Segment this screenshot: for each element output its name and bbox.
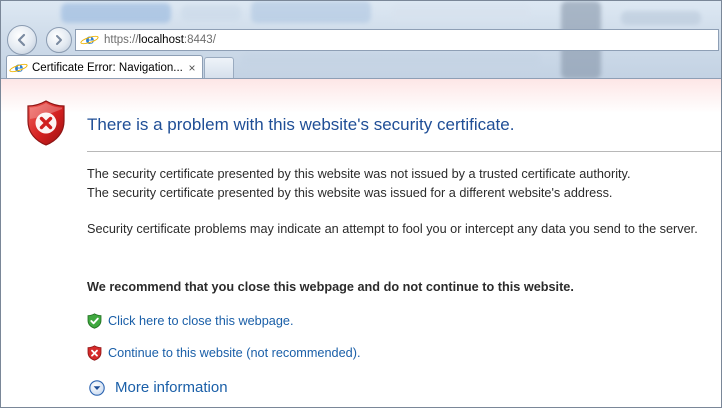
close-tab-icon[interactable]: × bbox=[185, 61, 199, 75]
close-webpage-link[interactable]: Click here to close this webpage. bbox=[87, 313, 293, 329]
address-port: :8443/ bbox=[183, 34, 216, 46]
back-button[interactable] bbox=[7, 25, 37, 55]
internet-explorer-icon: e bbox=[82, 32, 98, 48]
tab-certificate-error[interactable]: e Certificate Error: Navigation... × bbox=[6, 55, 203, 79]
address-host: localhost bbox=[138, 34, 184, 46]
more-information-label[interactable]: More information bbox=[115, 379, 228, 396]
address-url: https://localhost:8443/ bbox=[104, 34, 216, 46]
green-shield-check-icon bbox=[87, 313, 102, 329]
title-divider bbox=[87, 151, 721, 152]
continue-to-website-link[interactable]: Continue to this website (not recommende… bbox=[87, 345, 360, 361]
red-shield-x-icon bbox=[87, 345, 102, 361]
tab-title: Certificate Error: Navigation... bbox=[32, 61, 183, 74]
continue-to-website-label[interactable]: Continue to this website (not recommende… bbox=[108, 346, 360, 360]
reasons-text: The security certificate presented by th… bbox=[87, 165, 719, 203]
reason-untrusted-authority: The security certificate presented by th… bbox=[87, 167, 631, 181]
browser-toolbar: e https://localhost:8443/ e Certificate … bbox=[1, 1, 721, 79]
forward-button[interactable] bbox=[46, 27, 72, 53]
close-webpage-label[interactable]: Click here to close this webpage. bbox=[108, 314, 293, 328]
back-arrow-icon bbox=[17, 33, 26, 47]
reason-address-mismatch: The security certificate presented by th… bbox=[87, 186, 613, 200]
warning-text: Security certificate problems may indica… bbox=[87, 222, 698, 236]
new-tab-button[interactable] bbox=[204, 57, 234, 78]
forward-arrow-icon bbox=[56, 35, 62, 45]
browser-window: e https://localhost:8443/ e Certificate … bbox=[0, 0, 722, 408]
address-scheme: https:// bbox=[104, 34, 139, 46]
internet-explorer-icon: e bbox=[11, 60, 27, 76]
address-bar[interactable]: e https://localhost:8443/ bbox=[75, 29, 719, 51]
red-shield-x-icon bbox=[27, 100, 65, 146]
recommendation-text: We recommend that you close this webpage… bbox=[87, 280, 574, 294]
certificate-error-page: There is a problem with this website's s… bbox=[1, 79, 721, 407]
page-title: There is a problem with this website's s… bbox=[87, 115, 515, 134]
chevron-down-circle-icon[interactable] bbox=[89, 379, 105, 396]
more-information-toggle[interactable]: More information bbox=[89, 379, 228, 396]
